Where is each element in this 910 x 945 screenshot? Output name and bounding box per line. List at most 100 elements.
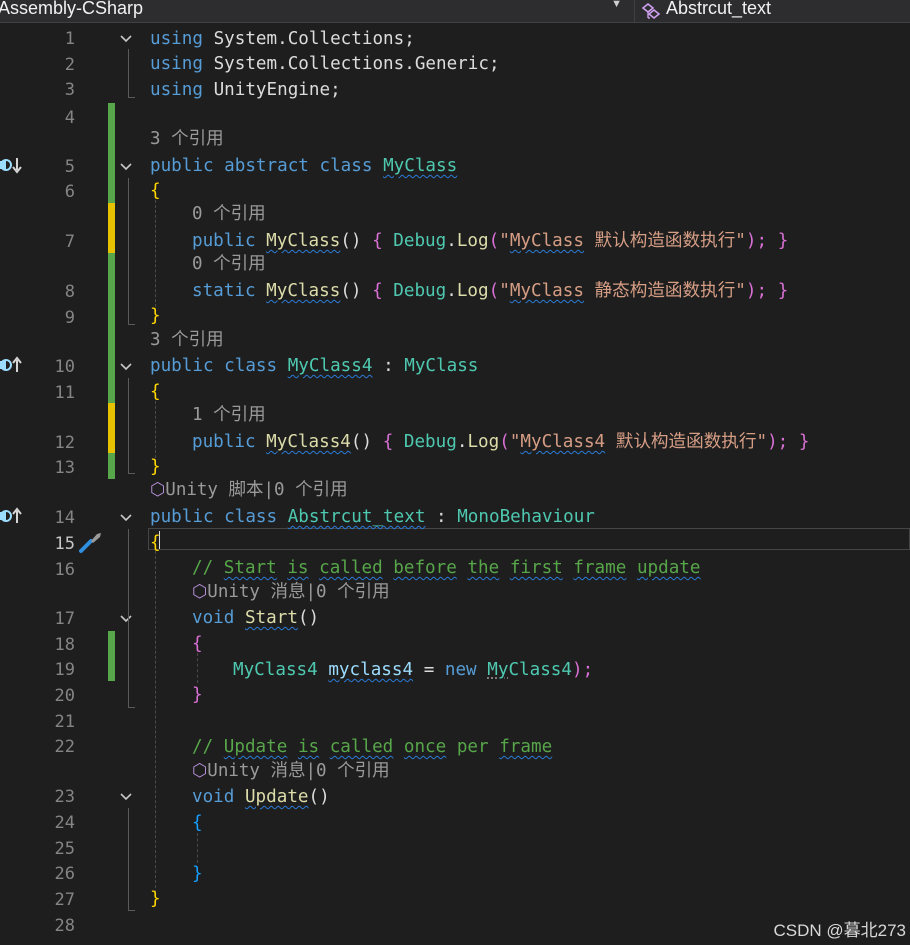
code-line-2[interactable]: using System.Collections.Generic; [150, 54, 500, 74]
open-brace: { [192, 813, 203, 833]
code-comment[interactable]: // Start is called before the first fram… [192, 558, 701, 578]
line-number: 6 [64, 182, 75, 202]
type-name: My [487, 660, 509, 680]
punct: () [350, 432, 373, 452]
keyword: class [319, 156, 373, 176]
punct: : [436, 507, 447, 527]
close-brace: } [150, 457, 161, 477]
method-name: Log [456, 281, 489, 301]
method-name: Log [467, 432, 500, 452]
quick-actions-screwdriver-icon[interactable] [78, 530, 104, 558]
string: MyClass4 [520, 432, 606, 452]
punct: { [382, 432, 394, 452]
punct: . [446, 231, 457, 251]
fold-region-guide [128, 49, 135, 98]
keyword: using [150, 29, 203, 49]
close-brace: } [192, 685, 203, 705]
comment-prefix: // [192, 558, 224, 578]
type-name: MyClass4 [233, 660, 318, 680]
code-line-3[interactable]: using UnityEngine; [150, 80, 341, 100]
line-number: 13 [54, 458, 75, 478]
punct: : [383, 356, 394, 376]
code-line-23[interactable]: void Update() [192, 787, 330, 807]
overrides-icon[interactable] [0, 507, 24, 529]
fold-region-guide [128, 808, 135, 911]
fold-region-guide [128, 178, 135, 325]
open-brace: { [150, 382, 161, 402]
codelens-references[interactable]: 1 个引用 [192, 405, 266, 425]
comment-word: frame [499, 737, 553, 757]
line-number: 1 [64, 29, 75, 49]
line-number: 26 [54, 864, 75, 884]
code-line-19[interactable]: MyClass4 myclass4 = new MyClass4); [233, 660, 593, 680]
method-name: Log [456, 231, 489, 251]
keyword: public [192, 432, 256, 452]
code-line-17[interactable]: void Start() [192, 608, 319, 628]
fold-chevron-icon[interactable] [119, 32, 133, 46]
line-number: 22 [54, 737, 75, 757]
comment-word: the [467, 558, 500, 578]
variable-name: myclass4 [328, 660, 414, 680]
codelens-references[interactable]: 0 个引用 [192, 204, 266, 224]
comment-word: called [329, 737, 394, 757]
code-line-14[interactable]: public class Abstrcut_text : MonoBehavio… [150, 507, 595, 527]
code-line-12[interactable]: public MyClass4() { Debug.Log("MyClass4 … [192, 432, 809, 452]
codelens-unity-script[interactable]: ⬡Unity 脚本|0 个引用 [150, 480, 348, 500]
method-name: MyClass4 [266, 432, 351, 452]
punct: () [340, 281, 362, 301]
code-line-10[interactable]: public class MyClass4 : MyClass [150, 356, 478, 376]
member-dropdown-label: Abstrcut_text [666, 0, 772, 18]
chevron-down-icon[interactable]: ▼ [611, 0, 622, 10]
watermark: CSDN @暮北273 [773, 921, 906, 940]
punct: () [340, 231, 362, 251]
codelens-references[interactable]: 3 个引用 [150, 129, 224, 149]
method-name: Update [244, 787, 309, 807]
code-line-5[interactable]: public abstract class MyClass [150, 156, 457, 176]
punct: () [297, 608, 320, 628]
member-dropdown[interactable]: Abstrcut_text [638, 0, 910, 22]
overrides-icon[interactable] [0, 356, 24, 378]
line-number: 8 [64, 282, 75, 302]
type-name: Debug [393, 281, 447, 301]
method-name: MyClass [266, 231, 341, 251]
code-editor[interactable]: 1 2 3 4 5 6 7 8 9 10 11 12 13 14 15 16 1… [0, 23, 910, 945]
codelens-references[interactable]: 0 个引用 [192, 254, 266, 274]
code-comment[interactable]: // Update is called once per frame [192, 737, 552, 757]
punct: { [372, 281, 383, 301]
indent-guide [155, 401, 156, 463]
type-name: MyClass [383, 156, 458, 176]
keyword: using [150, 54, 203, 74]
navigation-bar: Assembly-CSharp ▼ Abstrcut_text [0, 0, 910, 23]
string: 静态构造函数执行" [583, 281, 746, 301]
method-name: Start [244, 608, 298, 628]
fold-chevron-icon[interactable] [119, 160, 133, 174]
type-name: Debug [403, 432, 457, 452]
code-line-8[interactable]: static MyClass() { Debug.Log("MyClass 静态… [192, 281, 788, 301]
codelens-unity-message[interactable]: ⬡Unity 消息|0 个引用 [192, 761, 390, 781]
codelens-references[interactable]: 3 个引用 [150, 330, 224, 350]
comment-prefix: // [192, 737, 224, 757]
codelens-unity-message[interactable]: ⬡Unity 消息|0 个引用 [192, 582, 390, 602]
comment-word: is [287, 558, 309, 578]
fold-chevron-icon[interactable] [119, 360, 133, 374]
type-name: Class4 [508, 660, 572, 680]
project-dropdown[interactable]: Assembly-CSharp ▼ [0, 0, 632, 22]
keyword: public [150, 507, 214, 527]
keyword: public [150, 156, 214, 176]
punct: ); [767, 432, 789, 452]
punct: } [798, 432, 810, 452]
comment-word: update [636, 558, 701, 578]
line-number: 27 [54, 890, 75, 910]
punct: . [456, 432, 468, 452]
code-line-7[interactable]: public MyClass() { Debug.Log("MyClass 默认… [192, 231, 788, 251]
fold-chevron-icon[interactable] [119, 790, 133, 804]
close-brace: } [150, 306, 161, 326]
keyword: new [444, 660, 477, 680]
overridden-by-icon[interactable] [0, 156, 24, 178]
fold-chevron-icon[interactable] [119, 511, 133, 525]
indent-guide [155, 551, 156, 903]
code-line-1[interactable]: using System.Collections; [150, 29, 415, 49]
punct: } [777, 231, 789, 251]
open-brace: { [150, 181, 161, 201]
unity-cube-icon: ⬡ [192, 761, 208, 781]
